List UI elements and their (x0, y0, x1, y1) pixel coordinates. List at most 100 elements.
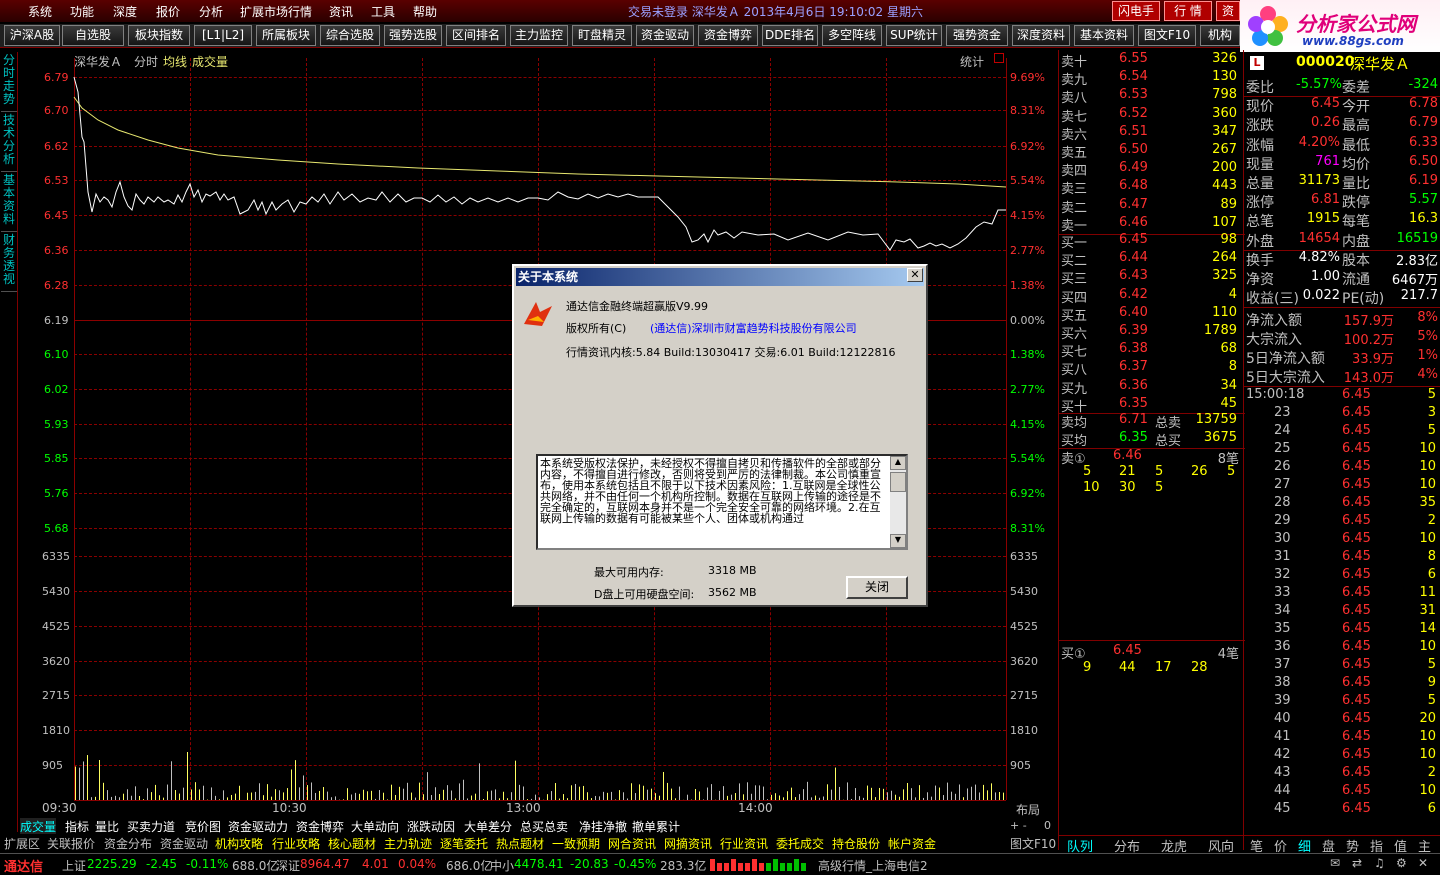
volume-bar (735, 793, 736, 800)
quote-button[interactable]: 行 情 (1164, 1, 1212, 21)
extension-tab[interactable]: 热点题材 (496, 835, 544, 851)
extension-tab[interactable]: 逐笔委托 (440, 835, 488, 851)
indicator-tab[interactable]: 总买总卖 (520, 818, 568, 834)
menu-depth[interactable]: 深度 (113, 3, 137, 20)
extension-tab[interactable]: 持仓股份 (832, 835, 880, 851)
menu-tools[interactable]: 工具 (371, 3, 395, 20)
dialog-title: 关于本系统 (516, 268, 924, 286)
buy-price: 6.37 (1119, 359, 1148, 374)
volume-bar (259, 783, 260, 800)
menu-function[interactable]: 功能 (70, 3, 94, 20)
toolbar-button[interactable]: 基本资料 (1074, 25, 1134, 46)
toolbar-button[interactable]: DDE排名 (762, 25, 818, 46)
extension-tab[interactable]: 资金驱动 (160, 835, 208, 851)
stock-code: 000020 (1296, 54, 1354, 70)
tab-intraday[interactable]: 分时走势 (1, 54, 17, 112)
toolbar-button[interactable]: 深度资料 (1012, 25, 1070, 46)
index-field: -2.45 (146, 857, 177, 871)
toolbar-button[interactable]: 资金驱动 (636, 25, 694, 46)
volume-bar (411, 793, 412, 800)
extension-tab[interactable]: 帐户资金 (888, 835, 936, 851)
volume-bar (819, 798, 820, 800)
mail-icon[interactable]: ✉ (1330, 856, 1340, 870)
graphic-f10-tab[interactable]: 图文F10 (1010, 835, 1056, 852)
extension-tab[interactable]: 行业资讯 (720, 835, 768, 851)
buy-volume: 325 (1212, 268, 1237, 283)
toolbar-button[interactable]: 板块指数 (128, 25, 190, 46)
volume-bar (855, 788, 856, 800)
toolbar-button[interactable]: SUP统计 (886, 25, 942, 46)
menu-extended-market[interactable]: 扩展市场行情 (240, 3, 312, 20)
tick-price: 6.45 (1342, 585, 1371, 600)
settings-icon[interactable]: ⚙ (1396, 856, 1407, 870)
menu-analysis[interactable]: 分析 (199, 3, 223, 20)
tab-basic-info[interactable]: 基本资料 (1, 174, 17, 232)
menu-news[interactable]: 资讯 (329, 3, 353, 20)
extension-tab[interactable]: 机构攻略 (215, 835, 263, 851)
indicator-tab[interactable]: 成交量 (20, 818, 56, 834)
extension-tab[interactable]: 核心题材 (328, 835, 376, 851)
volume-bar (399, 787, 400, 800)
extension-tab[interactable]: 行业攻略 (272, 835, 320, 851)
extra-button[interactable]: 资 (1216, 1, 1240, 21)
extension-tab[interactable]: 关联报价 (47, 835, 95, 851)
extension-tab[interactable]: 网合资讯 (608, 835, 656, 851)
toolbar-button[interactable]: 多空阵线 (822, 25, 882, 46)
indicator-tab[interactable]: 资金博弈 (296, 818, 344, 834)
volume-bar (219, 799, 220, 800)
layout-button[interactable]: 布局 (1016, 801, 1040, 818)
volume-bar (443, 790, 444, 800)
extension-tab[interactable]: 一致预期 (552, 835, 600, 851)
indicator-tab[interactable]: 竞价图 (185, 818, 221, 834)
swap-icon[interactable]: ⇄ (1352, 856, 1362, 870)
toolbar-button[interactable]: [L1|L2] (194, 25, 252, 46)
menu-quote[interactable]: 报价 (156, 3, 180, 20)
menu-system[interactable]: 系统 (28, 3, 52, 20)
stock-name: 深华发Ａ (1350, 53, 1410, 74)
toolbar-button[interactable]: 强势选股 (384, 25, 442, 46)
scroll-down-icon[interactable]: ▼ (890, 534, 906, 548)
scroll-thumb[interactable] (890, 472, 906, 492)
toolbar-button[interactable]: 区间排名 (446, 25, 506, 46)
close-button[interactable]: 关闭 (846, 576, 908, 599)
extension-tab[interactable]: 资金分布 (104, 835, 152, 851)
extension-tab[interactable]: 网摘资讯 (664, 835, 712, 851)
toolbar-button[interactable]: 盯盘精灵 (572, 25, 632, 46)
indicator-tab[interactable]: 大单动向 (351, 818, 399, 834)
scroll-up-icon[interactable]: ▲ (890, 456, 906, 470)
toolbar-button[interactable]: 机构 (1200, 25, 1240, 46)
indicator-tab[interactable]: 指标 (65, 818, 89, 834)
flash-trade-button[interactable]: 闪电手 (1112, 1, 1160, 21)
toolbar-button[interactable]: 沪深A股 (4, 25, 60, 46)
indicator-tab[interactable]: 涨跌动因 (407, 818, 455, 834)
volume-bar (575, 784, 576, 800)
menu-help[interactable]: 帮助 (413, 3, 437, 20)
close-icon[interactable]: ✕ (907, 268, 923, 282)
license-scrollbar[interactable]: ▲ ▼ (890, 456, 906, 548)
indicator-tab[interactable]: 撤单累计 (632, 818, 680, 834)
company-link[interactable]: (通达信)深圳市财富趋势科技股份有限公司 (650, 320, 857, 336)
toolbar-button[interactable]: 图文F10 (1138, 25, 1196, 46)
indicator-tab[interactable]: 量比 (95, 818, 119, 834)
toolbar-button[interactable]: 资金博弈 (698, 25, 758, 46)
tab-finance[interactable]: 财务透视 (1, 234, 17, 292)
indicator-tab[interactable]: 资金驱动力 (228, 818, 288, 834)
toolbar-button[interactable]: 主力监控 (510, 25, 568, 46)
indicator-tab[interactable]: 净挂净撤 (579, 818, 627, 834)
indicator-tab[interactable]: 大单差分 (464, 818, 512, 834)
sound-icon[interactable]: ♫ (1374, 856, 1385, 870)
license-text-box[interactable]: 本系统受版权法保护，未经授权不得擅自拷贝和传播软件的全部或部分内容，不得擅自进行… (536, 454, 908, 550)
toolbar-button[interactable]: 综合选股 (320, 25, 380, 46)
extension-tab[interactable]: 扩展区 (4, 835, 40, 851)
toolbar-button[interactable]: 自选股 (62, 25, 124, 46)
close-icon[interactable]: ✕ (1418, 856, 1428, 870)
extension-tab[interactable]: 委托成交 (776, 835, 824, 851)
toolbar-button[interactable]: 强势资金 (946, 25, 1008, 46)
tab-technical[interactable]: 技术分析 (1, 114, 17, 172)
toolbar-button[interactable]: 所属板块 (256, 25, 316, 46)
breadth-bar (773, 859, 778, 871)
volume-bar (711, 784, 712, 800)
indicator-tab[interactable]: 买卖力道 (127, 818, 175, 834)
zoom-buttons[interactable]: + - (1010, 819, 1027, 832)
extension-tab[interactable]: 主力轨迹 (384, 835, 432, 851)
